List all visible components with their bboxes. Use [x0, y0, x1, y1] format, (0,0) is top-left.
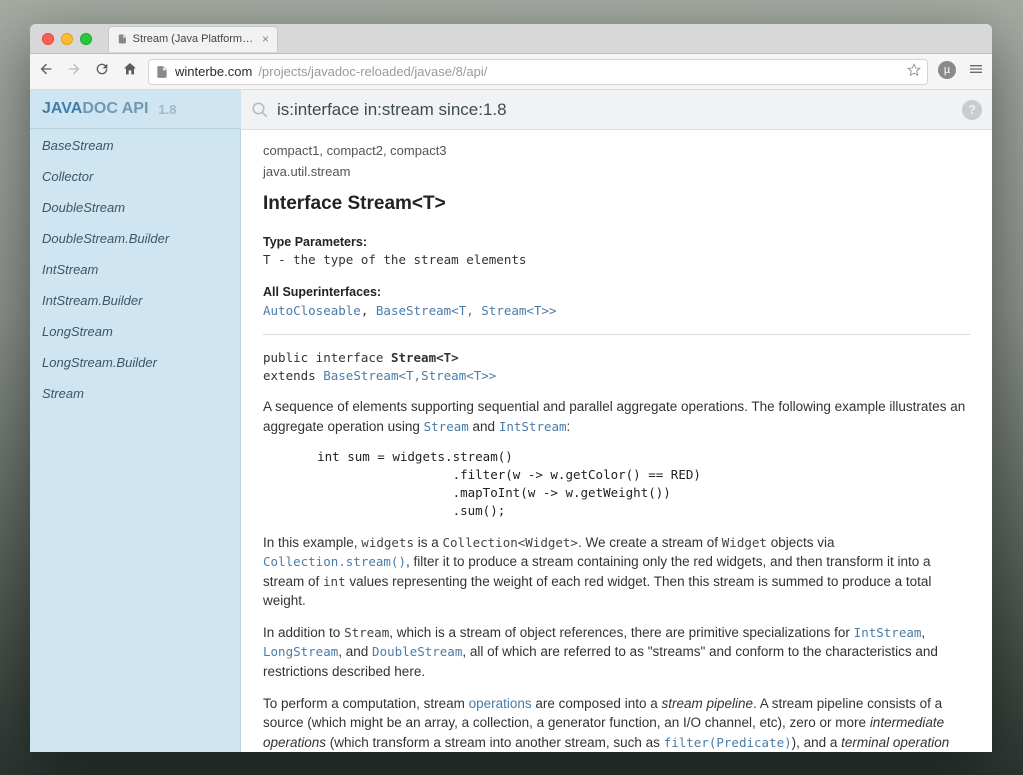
extension-icon[interactable]: µ — [938, 61, 956, 79]
link-doublestream[interactable]: DoubleStream — [372, 644, 462, 659]
link-intstream-inline[interactable]: IntStream — [499, 419, 567, 434]
forward-button[interactable] — [66, 61, 82, 82]
logo[interactable]: JAVADOC API 1.8 — [30, 90, 241, 129]
content[interactable]: compact1, compact2, compact3 java.util.s… — [241, 130, 992, 752]
url-host: winterbe.com — [175, 64, 252, 79]
tab-title: Stream (Java Platform SE 8 — [133, 33, 254, 45]
help-button[interactable]: ? — [962, 100, 982, 120]
sidebar-item-longstream[interactable]: LongStream — [30, 316, 240, 347]
sig-link-stream[interactable]: Stream<T>> — [421, 368, 496, 383]
address-bar[interactable]: winterbe.com/projects/javadoc-reloaded/j… — [148, 59, 928, 85]
app: JAVADOC API 1.8 ? BaseStream Collector D… — [30, 90, 992, 752]
sidebar-item-longstream-builder[interactable]: LongStream.Builder — [30, 347, 240, 378]
link-intstream-2[interactable]: IntStream — [854, 625, 922, 640]
paragraph-2: In this example, widgets is a Collection… — [263, 533, 970, 611]
logo-version: 1.8 — [158, 102, 176, 117]
browser-toolbar: winterbe.com/projects/javadoc-reloaded/j… — [30, 54, 992, 90]
app-body: BaseStream Collector DoubleStream Double… — [30, 130, 992, 752]
page-icon — [155, 65, 169, 79]
paragraph-3: In addition to Stream, which is a stream… — [263, 623, 970, 682]
logo-rest: DOC API — [82, 100, 148, 118]
type-params-label: Type Parameters: — [263, 233, 970, 251]
code-example: int sum = widgets.stream() .filter(w -> … — [287, 448, 970, 521]
reload-button[interactable] — [94, 61, 110, 82]
tab-close-button[interactable]: × — [262, 32, 269, 46]
close-window-button[interactable] — [42, 33, 54, 45]
maximize-window-button[interactable] — [80, 33, 92, 45]
package-name: java.util.stream — [263, 163, 970, 182]
link-stream-inline[interactable]: Stream — [424, 419, 469, 434]
link-basestream[interactable]: BaseStream<T, — [376, 303, 474, 318]
sidebar-item-intstream-builder[interactable]: IntStream.Builder — [30, 285, 240, 316]
compacts: compact1, compact2, compact3 — [263, 142, 970, 161]
toolbar-right: µ — [938, 61, 984, 82]
paragraph-4: To perform a computation, stream operati… — [263, 694, 970, 752]
nav-buttons — [38, 61, 138, 82]
sig-link-basestream[interactable]: BaseStream<T, — [323, 368, 421, 383]
sidebar[interactable]: BaseStream Collector DoubleStream Double… — [30, 130, 241, 752]
tab-strip: Stream (Java Platform SE 8 × — [30, 24, 992, 54]
superinterfaces-value: AutoCloseable, BaseStream<T, Stream<T>> — [263, 302, 970, 320]
window-controls — [42, 33, 92, 45]
sidebar-item-intstream[interactable]: IntStream — [30, 254, 240, 285]
file-icon — [117, 32, 128, 46]
sidebar-item-doublestream-builder[interactable]: DoubleStream.Builder — [30, 223, 240, 254]
search-input[interactable] — [277, 100, 954, 120]
back-button[interactable] — [38, 61, 54, 82]
logo-strong: JAVA — [42, 100, 82, 118]
search-wrap: ? — [241, 90, 992, 129]
browser-window: Stream (Java Platform SE 8 × winterbe.co… — [30, 24, 992, 752]
browser-tab[interactable]: Stream (Java Platform SE 8 × — [108, 26, 278, 52]
search-icon — [251, 101, 269, 119]
link-operations[interactable]: operations — [469, 696, 532, 711]
paragraph-1: A sequence of elements supporting sequen… — [263, 397, 970, 436]
sidebar-item-doublestream[interactable]: DoubleStream — [30, 192, 240, 223]
link-stream[interactable]: Stream<T>> — [481, 303, 556, 318]
home-button[interactable] — [122, 61, 138, 82]
separator — [263, 334, 970, 335]
app-header: JAVADOC API 1.8 ? — [30, 90, 992, 130]
sidebar-item-collector[interactable]: Collector — [30, 161, 240, 192]
link-collection-stream[interactable]: Collection.stream() — [263, 554, 406, 569]
sidebar-item-stream[interactable]: Stream — [30, 378, 240, 409]
sidebar-item-basestream[interactable]: BaseStream — [30, 130, 240, 161]
link-autocloseable[interactable]: AutoCloseable — [263, 303, 361, 318]
minimize-window-button[interactable] — [61, 33, 73, 45]
page-title: Interface Stream<T> — [263, 190, 970, 218]
menu-button[interactable] — [968, 61, 984, 82]
link-filter[interactable]: filter(Predicate) — [664, 735, 792, 750]
type-params-value: T - the type of the stream elements — [263, 251, 970, 269]
link-longstream[interactable]: LongStream — [263, 644, 338, 659]
bookmark-button[interactable] — [907, 63, 921, 80]
superinterfaces-label: All Superinterfaces: — [263, 283, 970, 301]
url-path: /projects/javadoc-reloaded/javase/8/api/ — [258, 64, 487, 79]
signature: public interface Stream<T> extends BaseS… — [263, 349, 970, 385]
